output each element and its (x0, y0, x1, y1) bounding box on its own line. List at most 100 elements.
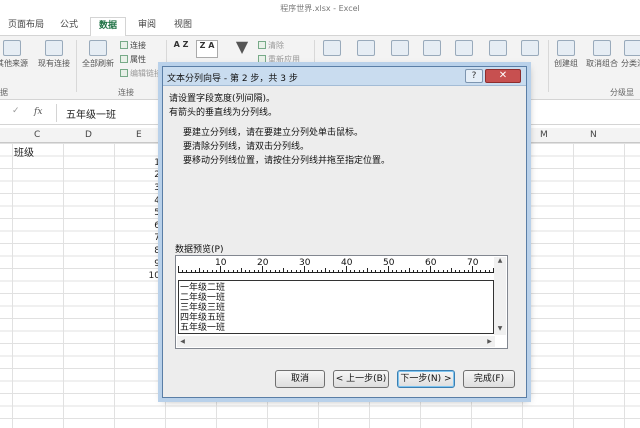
ruler-baseline (178, 272, 494, 273)
row-value: 9 (154, 259, 160, 269)
ruler-tick (476, 270, 478, 272)
tab-data[interactable]: 数据 (90, 17, 126, 37)
ruler-tick (425, 270, 427, 272)
column-header-c[interactable]: C (34, 130, 40, 140)
scroll-up-icon[interactable]: ▲ (494, 257, 506, 267)
scroll-right-icon[interactable]: ▶ (484, 336, 495, 347)
formula-input[interactable]: 五年级一班 (66, 106, 116, 121)
data-preview-area[interactable]: 10 20 30 40 50 60 70 一年级二班 二年级一班 三年级三班 四… (175, 255, 508, 349)
row-value: 4 (154, 196, 160, 206)
dialog-title-bar[interactable]: 文本分列向导 - 第 2 步，共 3 步 ? ✕ (163, 67, 526, 86)
close-button[interactable]: ✕ (485, 69, 521, 83)
text-to-columns-button[interactable] (320, 40, 344, 58)
ruler-tick (341, 270, 343, 272)
database-icon (3, 40, 21, 56)
ribbon-separator (76, 40, 77, 92)
funnel-icon: ▼ (235, 37, 249, 56)
preview-horizontal-scrollbar[interactable]: ◀ ▶ (177, 336, 495, 347)
subtotal-button[interactable]: 分类汇 (620, 40, 640, 69)
row-value: 6 (154, 221, 160, 231)
ruler-tick (257, 270, 259, 272)
ruler-tick (455, 270, 457, 272)
refresh-icon (89, 40, 107, 56)
ribbon-tabs: 页面布局 公式 数据 审阅 视图 (0, 17, 640, 37)
back-button[interactable]: < 上一步(B) (333, 370, 389, 388)
relationships-button[interactable] (518, 40, 542, 58)
ruler-tick (274, 270, 276, 272)
enter-check-icon[interactable]: ✓ (12, 106, 20, 116)
sort-ascending-button[interactable]: A Z (172, 40, 190, 49)
insert-function-icon[interactable]: fx (34, 107, 42, 117)
ruler-tick (417, 270, 419, 272)
flash-fill-icon (357, 40, 375, 56)
tab-view[interactable]: 视图 (168, 17, 198, 36)
ruler-tick (325, 268, 326, 272)
text-to-columns-dialog: 文本分列向导 - 第 2 步，共 3 步 ? ✕ 请设置字段宽度(列间隔)。 有… (162, 66, 527, 398)
ruler-tick (295, 270, 297, 272)
flash-fill-button[interactable] (354, 40, 378, 58)
ruler-tick (346, 266, 347, 272)
ruler-tick (400, 270, 402, 272)
edit-links-button[interactable]: 编辑链接 (120, 68, 162, 79)
data-validation-button[interactable] (420, 40, 444, 58)
ruler-tick (446, 270, 448, 272)
hint-clear-break: 要清除分列线，请双击分列线。 (183, 142, 310, 152)
ruler-tick (199, 268, 200, 272)
tab-page-layout[interactable]: 页面布局 (4, 17, 48, 36)
connections-icon (45, 40, 63, 56)
ruler-tick (430, 266, 431, 272)
ruler-tick (472, 266, 473, 272)
properties-button[interactable]: 属性 (120, 54, 146, 65)
what-if-button[interactable] (486, 40, 510, 58)
tab-formulas[interactable]: 公式 (54, 17, 84, 36)
reapply-button[interactable]: 重新应用 (258, 54, 300, 65)
finish-button[interactable]: 完成(F) (463, 370, 515, 388)
ruler-tick (266, 270, 268, 272)
preview-vertical-scrollbar[interactable]: ▲ ▼ (494, 257, 506, 335)
sort-button[interactable]: Z A (196, 40, 218, 58)
next-button[interactable]: 下一步(N) > (397, 370, 455, 388)
scroll-left-icon[interactable]: ◀ (177, 336, 188, 347)
preview-data-box[interactable]: 一年级二班 二年级一班 三年级三班 四年级五班 五年级一班 (178, 280, 494, 334)
ruler-tick (186, 270, 188, 272)
column-header-e[interactable]: E (136, 130, 142, 140)
ruler-tick (371, 270, 373, 272)
column-ruler[interactable]: 10 20 30 40 50 60 70 (178, 256, 494, 278)
ungroup-button[interactable]: 取消组合 (584, 40, 620, 69)
ruler-tick (396, 270, 398, 272)
existing-connections-button[interactable]: 现有连接 (34, 40, 74, 69)
ruler-tick (383, 270, 385, 272)
ruler-tick (404, 270, 406, 272)
ruler-tick (283, 268, 284, 272)
instruction-line-2: 有箭头的垂直线为分列线。 (169, 108, 278, 118)
ruler-tick (488, 270, 490, 272)
ruler-tick (484, 270, 486, 272)
help-button[interactable]: ? (465, 69, 483, 83)
consolidate-button[interactable] (452, 40, 476, 58)
cancel-button[interactable]: 取消 (275, 370, 325, 388)
clear-button[interactable]: 清除 (258, 40, 284, 51)
connections-button[interactable]: 连接 (120, 40, 146, 51)
tab-review[interactable]: 审阅 (132, 17, 162, 36)
instruction-line-1: 请设置字段宽度(列间隔)。 (169, 94, 276, 104)
ruler-tick (228, 270, 230, 272)
from-other-sources-button[interactable]: 其他来源 (0, 40, 28, 69)
remove-duplicates-button[interactable] (388, 40, 412, 58)
ruler-tick (220, 266, 221, 272)
column-header-d[interactable]: D (85, 130, 92, 140)
cell-c2[interactable]: 班级 (14, 144, 34, 159)
ruler-tick (350, 270, 352, 272)
group-button[interactable]: 创建组 (550, 40, 582, 69)
scroll-down-icon[interactable]: ▼ (494, 325, 506, 335)
ruler-tick (388, 266, 389, 272)
row-value: 10 (148, 271, 160, 281)
ruler-tick (182, 270, 184, 272)
relationships-icon (521, 40, 539, 56)
column-header-n[interactable]: N (590, 130, 597, 140)
group-get-data-label: 据 (0, 88, 8, 97)
column-header-m[interactable]: M (540, 130, 548, 140)
refresh-all-button[interactable]: 全部刷新 (78, 40, 118, 69)
ruler-tick (434, 270, 436, 272)
filter-button[interactable]: ▼ (230, 37, 254, 58)
ruler-tick (190, 270, 192, 272)
